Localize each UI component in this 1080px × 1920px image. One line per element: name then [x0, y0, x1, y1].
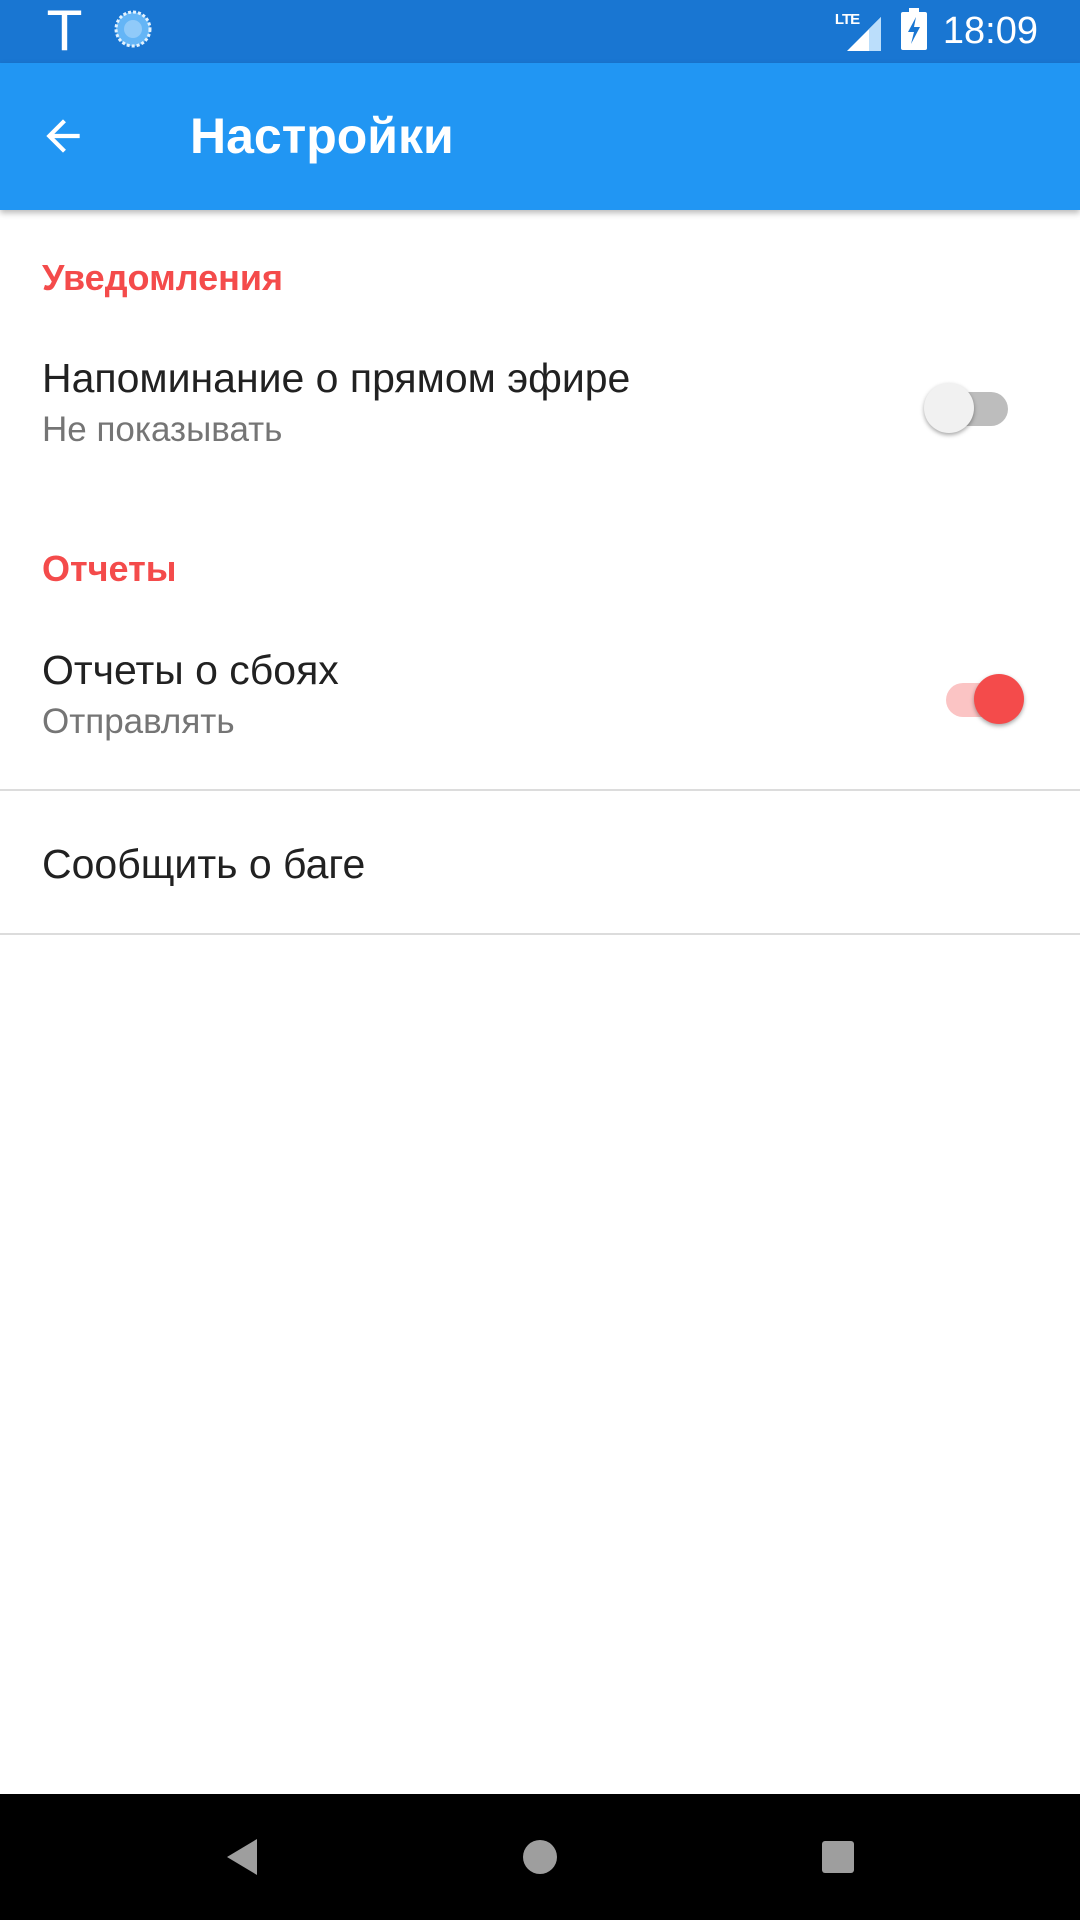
section-header-reports: Отчеты — [42, 548, 177, 589]
nav-home-icon — [523, 1840, 557, 1874]
live-reminder-switch[interactable] — [924, 371, 1014, 433]
settings-screen: T LTE 18:09 Настройки Уведомления Напоми… — [0, 0, 1080, 1920]
nav-home-button[interactable] — [510, 1827, 570, 1887]
status-notifications: T — [48, 0, 153, 63]
pref-summary: Не показывать — [42, 410, 283, 449]
lte-signal-icon: LTE — [835, 11, 885, 53]
switch-thumb — [974, 674, 1024, 724]
page-title: Настройки — [190, 108, 454, 164]
section-header-notifications: Уведомления — [42, 257, 283, 298]
battery-charging-icon — [900, 8, 927, 55]
pref-title: Напоминание о прямом эфире — [42, 355, 631, 401]
nav-back-icon — [227, 1839, 257, 1875]
arrow-back-icon — [46, 119, 80, 153]
pref-item-crash-reports[interactable]: Отчеты о сбоях Отправлять — [0, 620, 1080, 790]
report-bug-label: Сообщить о баге — [42, 841, 366, 887]
carrier-notification-icon: T — [48, 0, 81, 63]
app-bar: Настройки — [0, 63, 1080, 210]
navigation-bar — [0, 1794, 1080, 1920]
divider — [0, 933, 1080, 935]
sync-notification-icon — [113, 9, 153, 54]
switch-thumb — [924, 383, 974, 433]
crash-reports-switch[interactable] — [934, 662, 1024, 724]
pref-summary: Отправлять — [42, 702, 235, 741]
nav-recents-icon — [822, 1841, 854, 1873]
back-button[interactable] — [30, 103, 96, 169]
report-bug-item[interactable]: Сообщить о баге — [0, 791, 1080, 933]
status-bar: T LTE 18:09 — [0, 0, 1080, 63]
status-system-icons: LTE 18:09 — [835, 0, 1038, 63]
nav-recents-button[interactable] — [808, 1827, 868, 1887]
status-time: 18:09 — [942, 10, 1038, 52]
pref-title: Отчеты о сбоях — [42, 647, 339, 693]
pref-item-live-reminder[interactable]: Напоминание о прямом эфире Не показывать — [0, 330, 1080, 480]
nav-back-button[interactable] — [211, 1827, 271, 1887]
